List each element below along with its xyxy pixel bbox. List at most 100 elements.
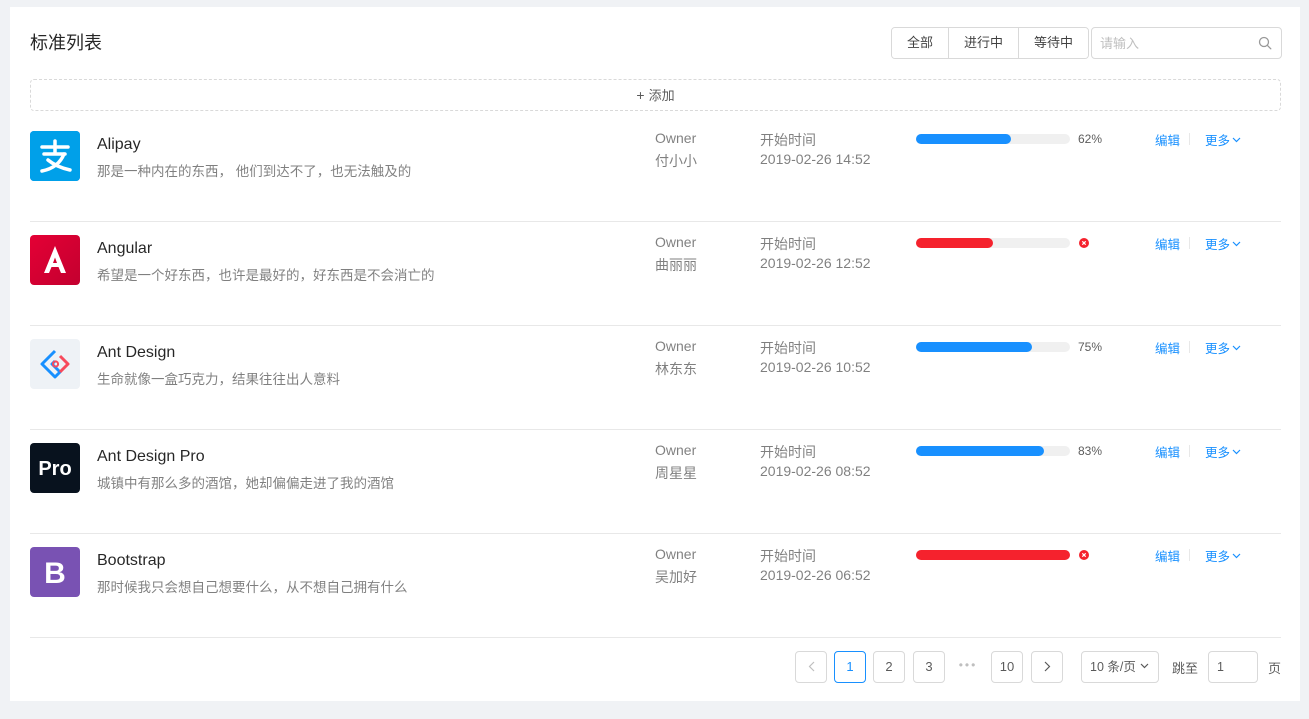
list-item: B Bootstrap 那时候我只会想自己想要什么，从不想自己拥有什么 Owne… — [30, 534, 1281, 638]
more-dropdown[interactable]: 更多 — [1205, 442, 1241, 461]
owner-label: Owner — [655, 546, 697, 562]
start-time-label: 开始时间 — [760, 236, 816, 252]
owner-label: Owner — [655, 130, 697, 146]
next-page-button[interactable] — [1031, 651, 1063, 683]
more-dropdown[interactable]: 更多 — [1205, 130, 1241, 149]
jump-page-input[interactable] — [1208, 651, 1258, 683]
svg-text:B: B — [44, 557, 66, 590]
item-description: 那时候我只会想自己想要什么，从不想自己拥有什么 — [97, 580, 408, 595]
bootstrap-logo: B — [30, 547, 80, 597]
chevron-down-icon — [1232, 449, 1241, 454]
chevron-left-icon — [808, 661, 814, 672]
page-2[interactable]: 2 — [873, 651, 905, 683]
close-circle-icon — [1079, 238, 1089, 248]
chevron-down-icon — [1232, 137, 1241, 142]
owner-label: Owner — [655, 338, 697, 354]
progress-bar — [916, 550, 1070, 560]
more-dropdown[interactable]: 更多 — [1205, 338, 1241, 357]
edit-link[interactable]: 编辑 — [1155, 546, 1180, 565]
ant-design-logo — [30, 339, 80, 389]
prev-page-button[interactable] — [795, 651, 827, 683]
start-time-value: 2019-02-26 06:52 — [760, 567, 871, 583]
start-time-label: 开始时间 — [760, 132, 816, 148]
search-icon[interactable] — [1258, 36, 1272, 50]
owner-name: 付小小 — [655, 153, 697, 169]
jump-next-ellipsis[interactable]: ••• — [952, 651, 984, 683]
more-label: 更多 — [1205, 342, 1231, 356]
action-divider — [1189, 549, 1190, 561]
edit-link[interactable]: 编辑 — [1155, 130, 1180, 149]
jump-label: 跳至 — [1172, 661, 1199, 676]
start-time-value: 2019-02-26 14:52 — [760, 151, 871, 167]
action-divider — [1189, 445, 1190, 457]
more-dropdown[interactable]: 更多 — [1205, 234, 1241, 253]
action-divider — [1189, 133, 1190, 145]
progress-fill — [916, 446, 1044, 456]
item-title[interactable]: Ant Design Pro — [97, 448, 205, 466]
start-time-value: 2019-02-26 08:52 — [760, 463, 871, 479]
close-circle-icon — [1079, 550, 1089, 560]
angular-logo — [30, 235, 80, 285]
owner-name: 林东东 — [655, 361, 697, 377]
ant-design-pro-logo: Pro — [30, 443, 80, 493]
progress-bar — [916, 342, 1070, 352]
progress-fill — [916, 550, 1070, 560]
chevron-down-icon — [1140, 663, 1149, 669]
search-input[interactable] — [1100, 28, 1250, 58]
filter-all-button[interactable]: 全部 — [892, 28, 950, 58]
progress-fill — [916, 342, 1032, 352]
more-dropdown[interactable]: 更多 — [1205, 546, 1241, 565]
item-description: 生命就像一盒巧克力，结果往往出人意料 — [97, 372, 340, 387]
project-list: Alipay 那是一种内在的东西， 他们到达不了，也无法触及的 Owner 付小… — [30, 118, 1281, 638]
item-title[interactable]: Angular — [97, 240, 152, 258]
action-divider — [1189, 237, 1190, 249]
add-button[interactable]: + 添加 — [30, 79, 1281, 111]
list-item: Pro Ant Design Pro 城镇中有那么多的酒馆，她却偏偏走进了我的酒… — [30, 430, 1281, 534]
chevron-down-icon — [1232, 345, 1241, 350]
page-10[interactable]: 10 — [991, 651, 1023, 683]
item-description: 希望是一个好东西，也许是最好的，好东西是不会消亡的 — [97, 268, 435, 283]
pagination: 1 2 3 ••• 10 10 条/页 跳至 页 — [10, 651, 1300, 683]
list-item: Angular 希望是一个好东西，也许是最好的，好东西是不会消亡的 Owner … — [30, 222, 1281, 326]
svg-text:Pro: Pro — [38, 458, 71, 480]
start-time-label: 开始时间 — [760, 340, 816, 356]
item-description: 那是一种内在的东西， 他们到达不了，也无法触及的 — [97, 164, 412, 179]
owner-name: 吴加好 — [655, 569, 697, 585]
edit-link[interactable]: 编辑 — [1155, 338, 1180, 357]
progress-text: 75% — [1078, 340, 1103, 354]
action-divider — [1189, 341, 1190, 353]
plus-icon: + — [636, 87, 645, 103]
page-size-value: 10 条/页 — [1090, 660, 1136, 674]
list-item: Alipay 那是一种内在的东西， 他们到达不了，也无法触及的 Owner 付小… — [30, 118, 1281, 222]
edit-link[interactable]: 编辑 — [1155, 442, 1180, 461]
owner-label: Owner — [655, 442, 697, 458]
more-label: 更多 — [1205, 238, 1231, 252]
chevron-down-icon — [1232, 553, 1241, 558]
progress-bar — [916, 134, 1070, 144]
progress-text: 83% — [1078, 444, 1103, 458]
page-size-select[interactable]: 10 条/页 — [1081, 651, 1159, 683]
page-title: 标准列表 — [30, 33, 102, 53]
owner-name: 曲丽丽 — [655, 257, 697, 273]
more-label: 更多 — [1205, 550, 1231, 564]
filter-progress-button[interactable]: 进行中 — [949, 28, 1020, 58]
chevron-right-icon — [1044, 661, 1050, 672]
item-title[interactable]: Alipay — [97, 136, 141, 154]
item-title[interactable]: Bootstrap — [97, 552, 165, 570]
page-1[interactable]: 1 — [834, 651, 866, 683]
progress-fill — [916, 238, 993, 248]
owner-name: 周星星 — [655, 465, 697, 481]
item-title[interactable]: Ant Design — [97, 344, 175, 362]
start-time-label: 开始时间 — [760, 444, 816, 460]
more-label: 更多 — [1205, 134, 1231, 148]
search-box — [1091, 27, 1282, 59]
page-3[interactable]: 3 — [913, 651, 945, 683]
progress-text: 62% — [1078, 132, 1103, 146]
list-card: 标准列表 全部 进行中 等待中 +添加 — [10, 7, 1300, 701]
edit-link[interactable]: 编辑 — [1155, 234, 1180, 253]
start-time-label: 开始时间 — [760, 548, 816, 564]
filter-waiting-button[interactable]: 等待中 — [1019, 28, 1089, 58]
chevron-down-icon — [1232, 241, 1241, 246]
jump-suffix: 页 — [1268, 661, 1282, 676]
progress-bar — [916, 446, 1070, 456]
